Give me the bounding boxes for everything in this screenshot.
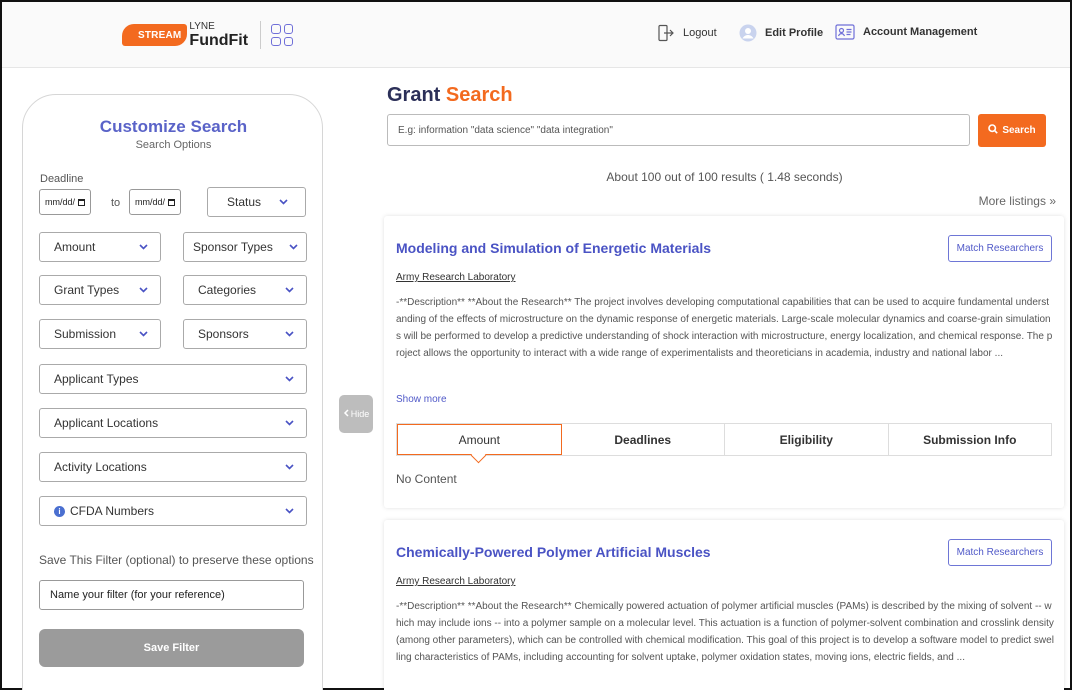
panel-subtitle: Search Options	[135, 139, 212, 151]
deadline-label: Deadline	[40, 173, 84, 185]
more-listings-link[interactable]: More listings »	[979, 194, 1056, 208]
chevron-down-icon	[285, 287, 294, 293]
grant-title-link[interactable]: Modeling and Simulation of Energetic Mat…	[396, 240, 711, 256]
panel-title: Customize Search	[99, 117, 248, 136]
chevron-left-icon	[343, 409, 351, 419]
categories-dropdown[interactable]: Categories	[183, 275, 307, 305]
chevron-down-icon	[139, 331, 148, 337]
result-card: Chemically-Powered Polymer Artificial Mu…	[384, 520, 1064, 690]
calendar-icon	[78, 198, 86, 206]
cfda-numbers-dropdown[interactable]: i CFDA Numbers	[39, 496, 307, 526]
chevron-down-icon	[139, 244, 148, 250]
sponsor-link[interactable]: Army Research Laboratory	[396, 272, 516, 283]
logo-divider	[260, 21, 262, 49]
results-count: About 100 out of 100 results ( 1.48 seco…	[606, 170, 843, 184]
show-more-link[interactable]: Show more	[396, 394, 447, 405]
applicant-types-dropdown[interactable]: Applicant Types	[39, 364, 307, 394]
grant-types-dropdown[interactable]: Grant Types	[39, 275, 161, 305]
applicant-locations-dropdown[interactable]: Applicant Locations	[39, 408, 307, 438]
logout-icon	[657, 24, 675, 42]
edit-profile-link[interactable]: Edit Profile	[739, 24, 823, 42]
grant-search-input[interactable]: E.g: information "data science" "data in…	[387, 114, 970, 146]
chevron-down-icon	[285, 331, 294, 337]
match-researchers-button[interactable]: Match Researchers	[948, 539, 1052, 566]
activity-locations-dropdown[interactable]: Activity Locations	[39, 452, 307, 482]
app-grid-icon	[271, 24, 294, 46]
sponsor-link[interactable]: Army Research Laboratory	[396, 576, 516, 587]
tab-eligibility[interactable]: Eligibility	[725, 424, 889, 455]
chevron-down-icon	[289, 244, 298, 250]
account-management-link[interactable]: Account Management	[835, 24, 977, 40]
logout-link[interactable]: Logout	[657, 24, 717, 42]
streamlyne-fundfit-logo[interactable]: STREAM LYNE FundFit	[122, 16, 294, 54]
id-card-icon	[835, 24, 855, 40]
info-icon: i	[54, 505, 65, 517]
chevron-down-icon	[285, 464, 294, 470]
customize-search-panel: Customize Search Search Options Deadline…	[22, 94, 323, 690]
submission-dropdown[interactable]: Submission	[39, 319, 161, 349]
save-filter-button[interactable]: Save Filter	[39, 629, 304, 667]
hide-panel-button[interactable]: Hide	[339, 395, 373, 433]
chevron-down-icon	[285, 508, 294, 514]
status-dropdown[interactable]: Status	[207, 187, 306, 217]
top-navigation-bar: STREAM LYNE FundFit Logout Edit Profile …	[2, 2, 1070, 68]
tab-amount[interactable]: Amount	[397, 424, 562, 455]
search-button[interactable]: Search	[978, 114, 1046, 147]
sponsors-dropdown[interactable]: Sponsors	[183, 319, 307, 349]
calendar-icon	[168, 198, 176, 206]
result-card: Modeling and Simulation of Energetic Mat…	[384, 216, 1064, 508]
tab-submission-info[interactable]: Submission Info	[889, 424, 1052, 455]
page-title: Grant Search	[387, 84, 513, 106]
deadline-from-input[interactable]: mm/dd/	[39, 189, 91, 215]
logo-stream-badge: STREAM	[122, 24, 188, 46]
tab-content: No Content	[396, 472, 457, 486]
match-researchers-button[interactable]: Match Researchers	[948, 235, 1052, 262]
chevron-down-icon	[279, 199, 288, 205]
grant-description: -**Description** **About the Research** …	[396, 601, 1054, 663]
user-avatar-icon	[739, 24, 757, 42]
chevron-down-icon	[285, 420, 294, 426]
chevron-down-icon	[285, 376, 294, 382]
date-range-to-label: to	[111, 197, 121, 209]
amount-dropdown[interactable]: Amount	[39, 232, 161, 262]
search-icon	[988, 124, 999, 137]
sponsor-types-dropdown[interactable]: Sponsor Types	[183, 232, 307, 262]
logo-lyne-text: LYNE	[189, 20, 215, 32]
grant-title-link[interactable]: Chemically-Powered Polymer Artificial Mu…	[396, 544, 711, 560]
tab-deadlines[interactable]: Deadlines	[562, 424, 725, 455]
logo-fundfit-text: FundFit	[189, 31, 249, 49]
grant-detail-tabs: Amount Deadlines Eligibility Submission …	[396, 423, 1052, 456]
chevron-down-icon	[139, 287, 148, 293]
deadline-to-input[interactable]: mm/dd/	[129, 189, 181, 215]
grant-description: -**Description** **About the Research** …	[396, 297, 1053, 359]
filter-name-input[interactable]: Name your filter (for your reference)	[39, 580, 304, 610]
save-filter-label: Save This Filter (optional) to preserve …	[39, 553, 314, 567]
